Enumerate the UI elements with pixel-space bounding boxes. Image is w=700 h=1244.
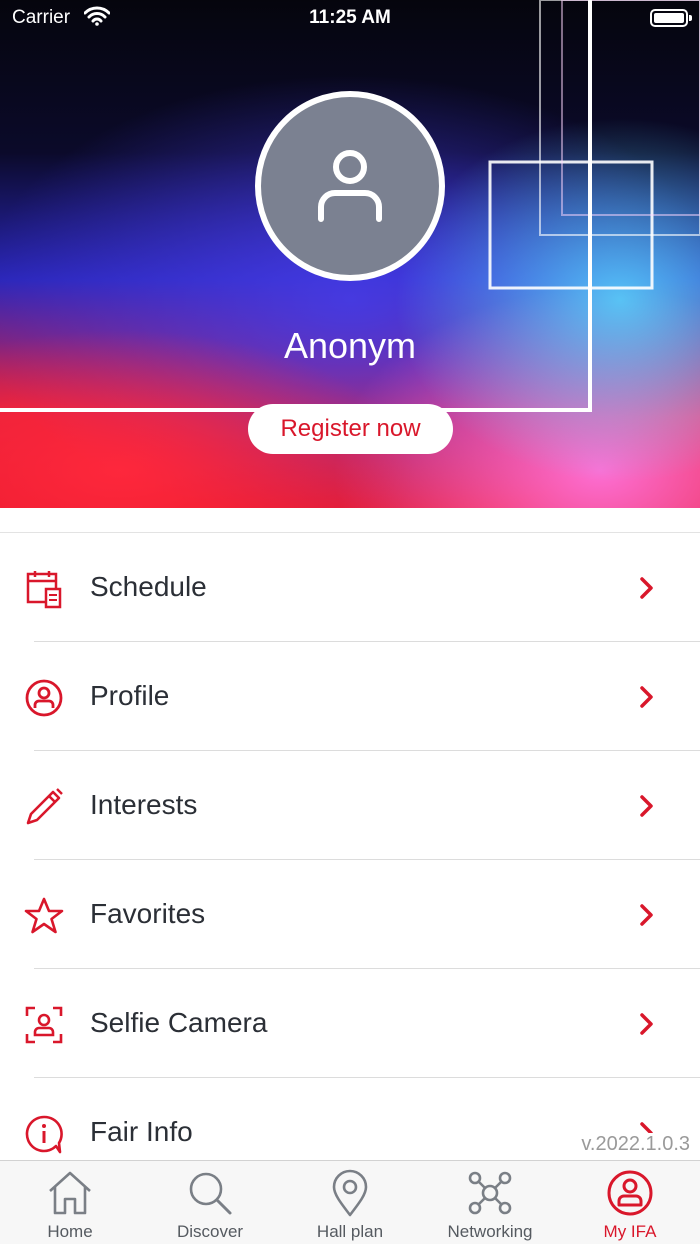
user-icon <box>318 150 382 222</box>
menu-item-label: Fair Info <box>90 1116 193 1147</box>
menu-item-profile[interactable]: Profile <box>0 642 700 751</box>
user-name: Anonym <box>283 325 417 366</box>
chevron-right-icon <box>640 795 653 817</box>
tab-bar: Home Discover Hall plan Networking My IF… <box>0 1160 700 1244</box>
profile-header: Carrier 11:25 AM Anonym Register now <box>0 0 700 508</box>
menu-item-schedule[interactable]: Schedule <box>0 533 700 642</box>
chevron-right-icon <box>640 577 653 599</box>
clock: 11:25 AM <box>309 7 391 28</box>
battery-icon <box>650 9 692 27</box>
user-circle-icon <box>25 679 63 717</box>
tab-label: My IFA <box>603 1222 657 1241</box>
tab-label: Home <box>47 1222 93 1241</box>
menu-item-label: Schedule <box>90 571 207 602</box>
avatar[interactable] <box>255 91 445 281</box>
menu-item-label: Interests <box>90 789 198 820</box>
menu-item-interests[interactable]: Interests <box>0 751 700 860</box>
app-version: v.2022.1.0.3 <box>577 1133 690 1156</box>
tab-discover[interactable]: Discover <box>140 1161 280 1244</box>
status-bar: Carrier 11:25 AM <box>0 0 700 36</box>
star-icon <box>24 897 64 934</box>
menu-item-selfie-camera[interactable]: Selfie Camera <box>0 969 700 1078</box>
menu-item-label: Selfie Camera <box>90 1007 268 1038</box>
menu-item-label: Profile <box>90 680 170 711</box>
tab-label: Discover <box>176 1222 244 1241</box>
location-pin-icon <box>332 1169 368 1217</box>
tab-my-ifa[interactable]: My IFA <box>560 1161 700 1244</box>
pencil-icon <box>26 788 63 825</box>
tab-networking[interactable]: Networking <box>420 1161 560 1244</box>
search-icon <box>189 1172 232 1215</box>
tab-home[interactable]: Home <box>0 1161 140 1244</box>
tab-label: Hall plan <box>316 1222 384 1241</box>
menu-item-label: Favorites <box>90 898 206 929</box>
chevron-right-icon <box>640 1013 653 1035</box>
calendar-icon <box>26 571 62 609</box>
chevron-right-icon <box>640 904 653 926</box>
network-icon <box>468 1171 512 1215</box>
selfie-camera-icon <box>25 1006 63 1044</box>
menu-list: Schedule Profile Interests Favorites Sel… <box>0 532 700 1187</box>
home-icon <box>49 1171 91 1215</box>
menu-item-favorites[interactable]: Favorites <box>0 860 700 969</box>
register-now-button[interactable]: Register now <box>248 404 453 454</box>
chevron-right-icon <box>640 686 653 708</box>
tab-hall-plan[interactable]: Hall plan <box>280 1161 420 1244</box>
user-circle-icon <box>607 1170 653 1216</box>
tab-label: Networking <box>447 1222 533 1241</box>
info-bubble-icon <box>25 1115 63 1154</box>
